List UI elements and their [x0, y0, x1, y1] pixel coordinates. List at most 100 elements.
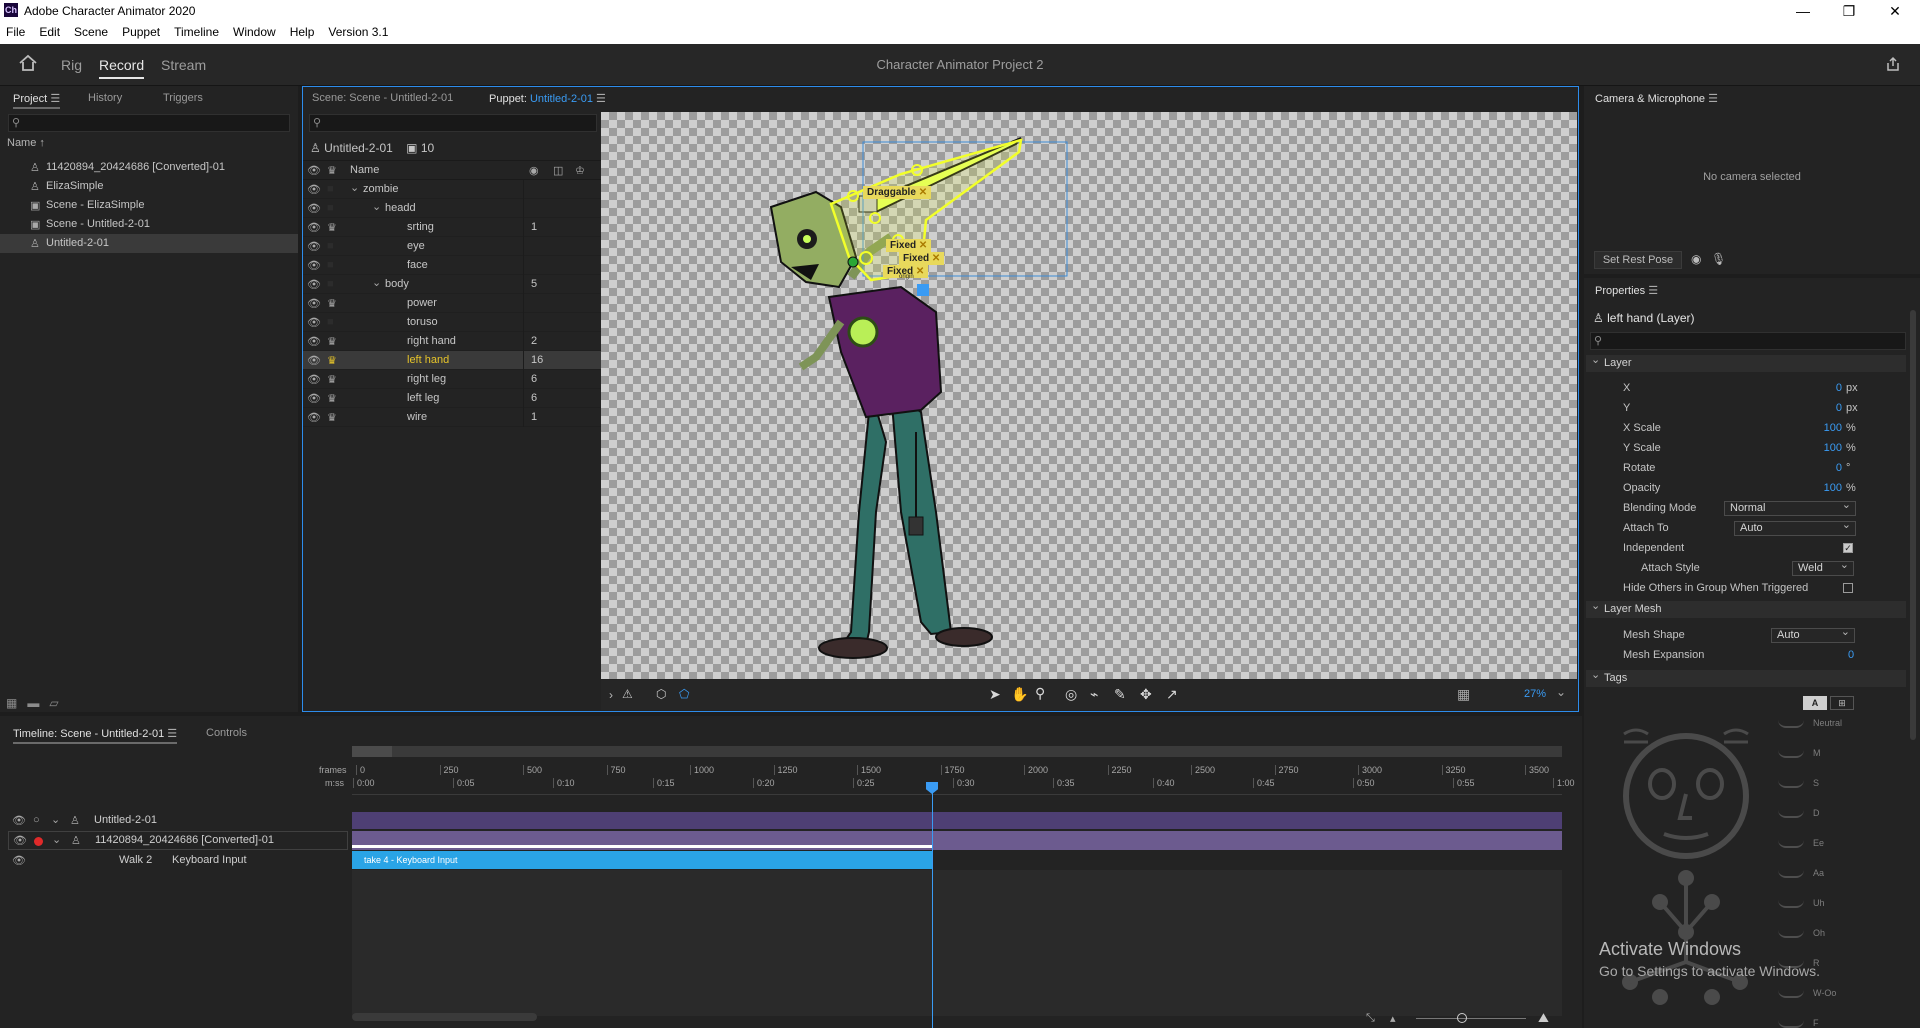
stick-tool-icon[interactable]: ↗ — [1166, 686, 1178, 703]
twirl-icon[interactable]: ⌄ — [51, 813, 60, 826]
record-arm-icon[interactable] — [34, 837, 43, 846]
dangle-tool-icon[interactable]: ⌁ — [1090, 686, 1098, 703]
panel-menu-icon[interactable]: ☰ — [167, 728, 177, 740]
layer-row[interactable]: 👁 ■ ⌄ headd — [303, 199, 601, 218]
project-search-input[interactable]: ⚲ — [8, 114, 290, 132]
viseme-tag[interactable]: Ee — [1813, 838, 1824, 848]
project-list-item[interactable]: ▣ Scene - ElizaSimple — [0, 196, 298, 215]
crown-icon[interactable]: ♛ — [327, 335, 337, 348]
menu-item-version-3-1[interactable]: Version 3.1 — [328, 25, 388, 39]
eye-icon[interactable]: 👁 — [307, 411, 321, 424]
property-value[interactable]: 0 — [1800, 462, 1842, 474]
home-icon[interactable] — [18, 54, 38, 72]
twirl-icon[interactable]: ⌄ — [372, 200, 381, 213]
crown-icon[interactable]: ♛ — [327, 221, 337, 234]
mesh-icon[interactable]: ⬡ — [656, 687, 666, 701]
work-area-handle[interactable] — [352, 746, 392, 757]
layer-row[interactable]: 👁 ■ ⌄ body 5 — [303, 275, 601, 294]
webcam-icon[interactable]: ◉ — [1691, 252, 1701, 266]
panel-menu-icon[interactable]: ☰ — [50, 93, 60, 105]
warning-icon[interactable]: ⚠ — [622, 687, 633, 701]
layer-row[interactable]: 👁 ♛ wire 1 — [303, 408, 601, 427]
name-column-header[interactable]: Name ↑ — [7, 137, 45, 149]
eye-icon[interactable]: 👁 — [12, 814, 26, 827]
layer-row[interactable]: 👁 ♛ power — [303, 294, 601, 313]
tab-scene[interactable]: Scene: Scene - Untitled-2-01 — [312, 92, 453, 104]
panel-menu-icon[interactable]: ☰ — [596, 93, 606, 105]
zoom-in-icon[interactable]: ⛰ — [1538, 1010, 1549, 1026]
independence-box-icon[interactable]: ■ — [327, 316, 334, 328]
eye-icon[interactable]: 👁 — [13, 834, 27, 847]
timeline-zoom-slider[interactable] — [1416, 1018, 1526, 1019]
eye-icon[interactable]: 👁 — [307, 373, 321, 386]
twirl-icon[interactable]: ⌄ — [350, 181, 359, 194]
playhead-line[interactable] — [932, 782, 933, 1028]
twirl-icon[interactable]: ⌄ — [52, 833, 61, 846]
zoom-tool-icon[interactable]: ⚲ — [1035, 685, 1045, 702]
viseme-tag[interactable]: Neutral — [1813, 718, 1842, 728]
tab-project[interactable]: Project ☰ — [13, 92, 61, 109]
properties-scrollbar[interactable] — [1910, 310, 1916, 740]
remove-tag-icon[interactable]: ✕ — [919, 240, 927, 251]
scene-track-bar[interactable] — [352, 812, 1562, 829]
hand-tool-icon[interactable]: ✋ — [1011, 686, 1028, 703]
project-list-item[interactable]: ♙ 11420894_20424686 [Converted]-01 — [0, 158, 298, 177]
property-value[interactable]: 100 — [1800, 442, 1842, 454]
share-icon[interactable] — [1885, 56, 1901, 75]
tags-icon-view-toggle[interactable]: ⊞ — [1830, 696, 1854, 710]
eye-icon[interactable]: 👁 — [307, 297, 321, 310]
zoom-level[interactable]: 27% — [1524, 688, 1546, 700]
track-row-behavior[interactable]: 👁 Walk 2 Keyboard Input — [8, 851, 348, 870]
select-tool-icon[interactable]: ➤ — [989, 686, 1001, 703]
menu-item-puppet[interactable]: Puppet — [122, 25, 160, 39]
zoom-dropdown-icon[interactable]: ⌄ — [1556, 685, 1566, 699]
layer-row[interactable]: 👁 ♛ left hand 16 — [303, 351, 601, 370]
independence-box-icon[interactable]: ■ — [327, 278, 334, 290]
tab-record[interactable]: Record — [99, 57, 145, 79]
viseme-tag[interactable]: Aa — [1813, 868, 1824, 878]
viseme-tag[interactable]: W-Oo — [1813, 988, 1836, 998]
outline-icon[interactable]: ⬠ — [679, 687, 689, 701]
tab-timeline[interactable]: Timeline: Scene - Untitled-2-01 ☰ — [13, 727, 178, 744]
mesh-expansion-value[interactable]: 0 — [1848, 649, 1854, 661]
close-window-button[interactable]: ✕ — [1872, 2, 1918, 20]
layer-mesh-section-header[interactable]: Layer Mesh — [1586, 598, 1906, 618]
record-toggle-icon[interactable]: ○ — [33, 814, 40, 826]
new-scene-icon[interactable]: ▦ — [6, 696, 17, 710]
eye-icon[interactable]: 👁 — [307, 335, 321, 348]
project-list-item[interactable]: ▣ Scene - Untitled-2-01 — [0, 215, 298, 234]
handle-tool-icon[interactable]: ✥ — [1140, 686, 1152, 703]
property-value[interactable]: 100 — [1800, 422, 1842, 434]
tab-puppet[interactable]: Puppet: Untitled-2-01 ☰ — [489, 92, 606, 105]
tab-rig[interactable]: Rig — [61, 57, 82, 73]
eye-icon[interactable]: 👁 — [307, 221, 321, 234]
eye-icon[interactable]: 👁 — [307, 183, 321, 196]
layer-row[interactable]: 👁 ■ face — [303, 256, 601, 275]
zoom-out-icon[interactable]: ▴ — [1390, 1012, 1396, 1025]
menu-item-file[interactable]: File — [6, 25, 25, 39]
layer-row[interactable]: 👁 ♛ left leg 6 — [303, 389, 601, 408]
layer-row[interactable]: 👁 ■ eye — [303, 237, 601, 256]
track-row-puppet[interactable]: 👁 ⌄ ♙ 11420894_20424686 [Converted]-01 — [8, 831, 348, 850]
crown-icon[interactable]: ♛ — [327, 373, 337, 386]
layer-row[interactable]: 👁 ♛ right hand 2 — [303, 332, 601, 351]
pin-tool-icon[interactable]: ✎ — [1114, 686, 1126, 703]
layer-row[interactable]: 👁 ♛ srting 1 — [303, 218, 601, 237]
tags-section-header[interactable]: Tags — [1586, 667, 1906, 687]
fit-icon[interactable]: ⤡ — [1366, 1012, 1375, 1025]
menu-item-help[interactable]: Help — [290, 25, 315, 39]
viseme-tag[interactable]: Uh — [1813, 898, 1825, 908]
independence-box-icon[interactable]: ■ — [327, 183, 334, 195]
eye-icon[interactable]: 👁 — [307, 202, 321, 215]
tab-history[interactable]: History — [88, 92, 122, 104]
menu-item-window[interactable]: Window — [233, 25, 276, 39]
properties-search-input[interactable]: ⚲ — [1590, 332, 1906, 350]
attach-style-select[interactable]: Weld — [1792, 559, 1854, 576]
tab-triggers[interactable]: Triggers — [163, 92, 203, 104]
eye-icon[interactable]: 👁 — [307, 392, 321, 405]
project-list-item[interactable]: ♙ Untitled-2-01 — [0, 234, 298, 253]
microphone-icon[interactable]: 🎙 — [1711, 252, 1726, 266]
layer-row[interactable]: 👁 ■ toruso — [303, 313, 601, 332]
independence-box-icon[interactable]: ■ — [327, 259, 334, 271]
work-area-bar[interactable] — [352, 746, 1562, 757]
